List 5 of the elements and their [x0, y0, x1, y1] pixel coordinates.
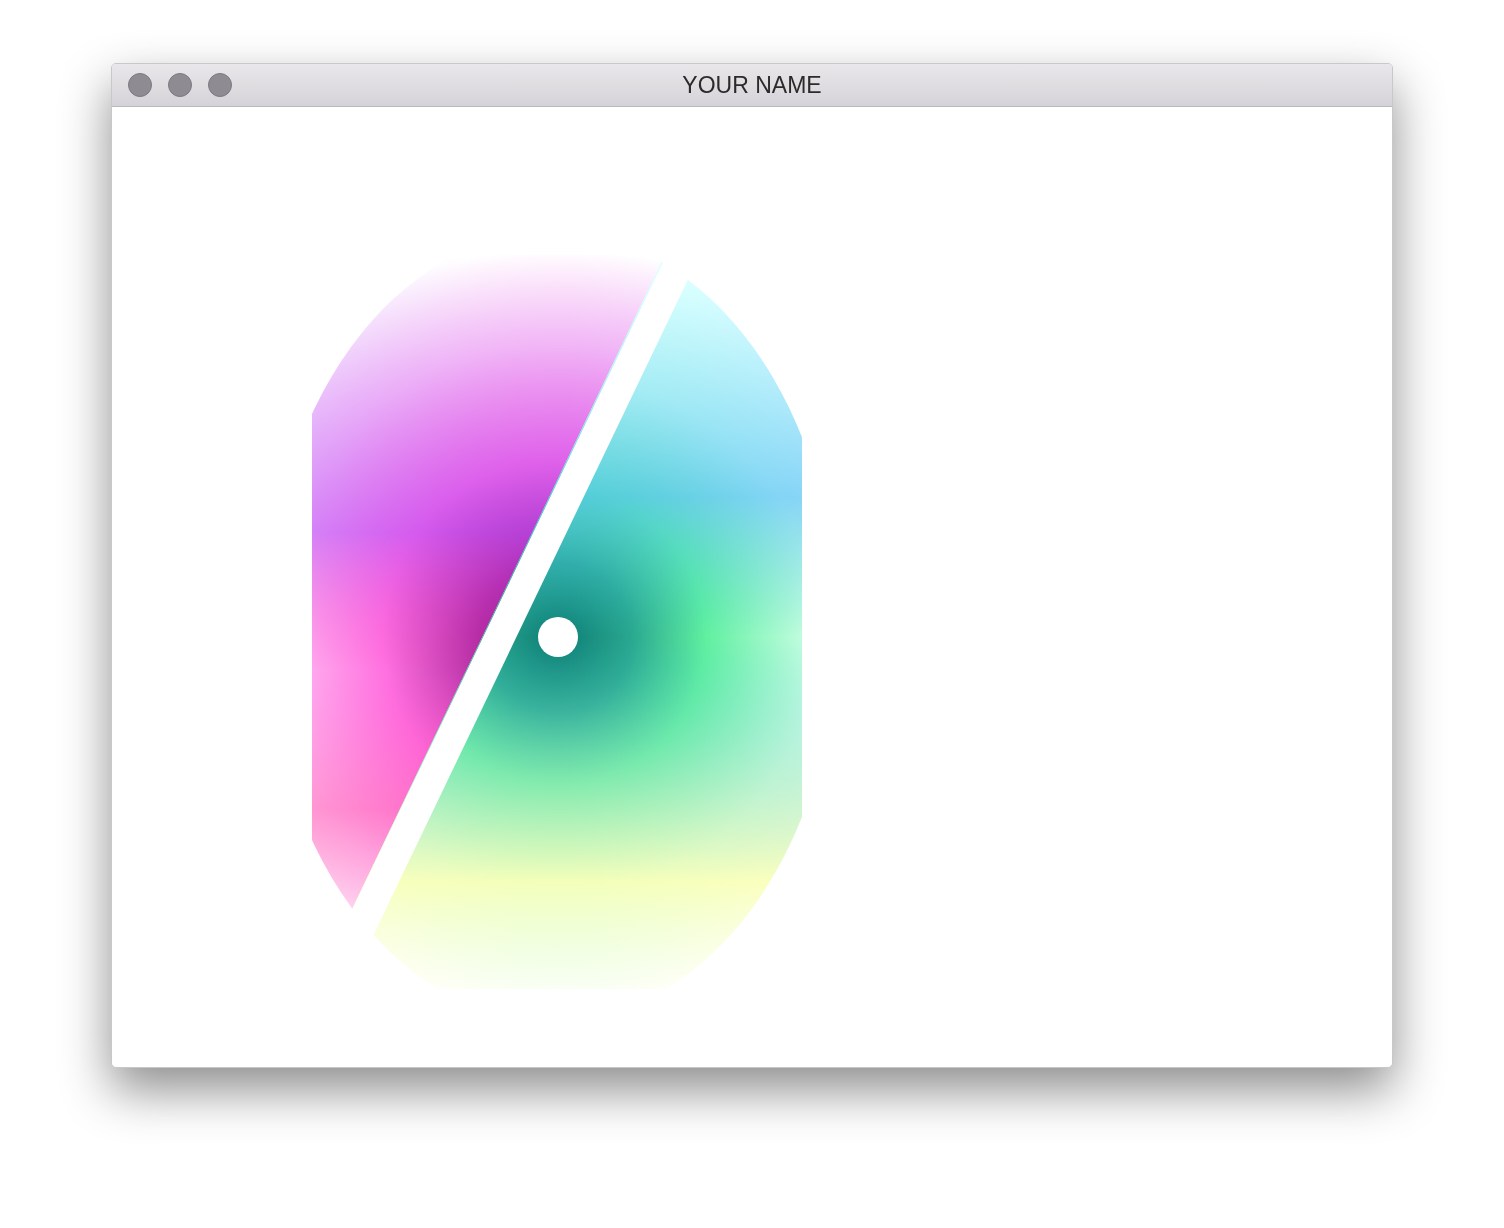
window-control-icon[interactable] — [128, 73, 152, 97]
window-control-icon[interactable] — [208, 73, 232, 97]
center-dot — [538, 617, 578, 657]
window-title: YOUR NAME — [682, 70, 822, 100]
window-control-icon[interactable] — [168, 73, 192, 97]
